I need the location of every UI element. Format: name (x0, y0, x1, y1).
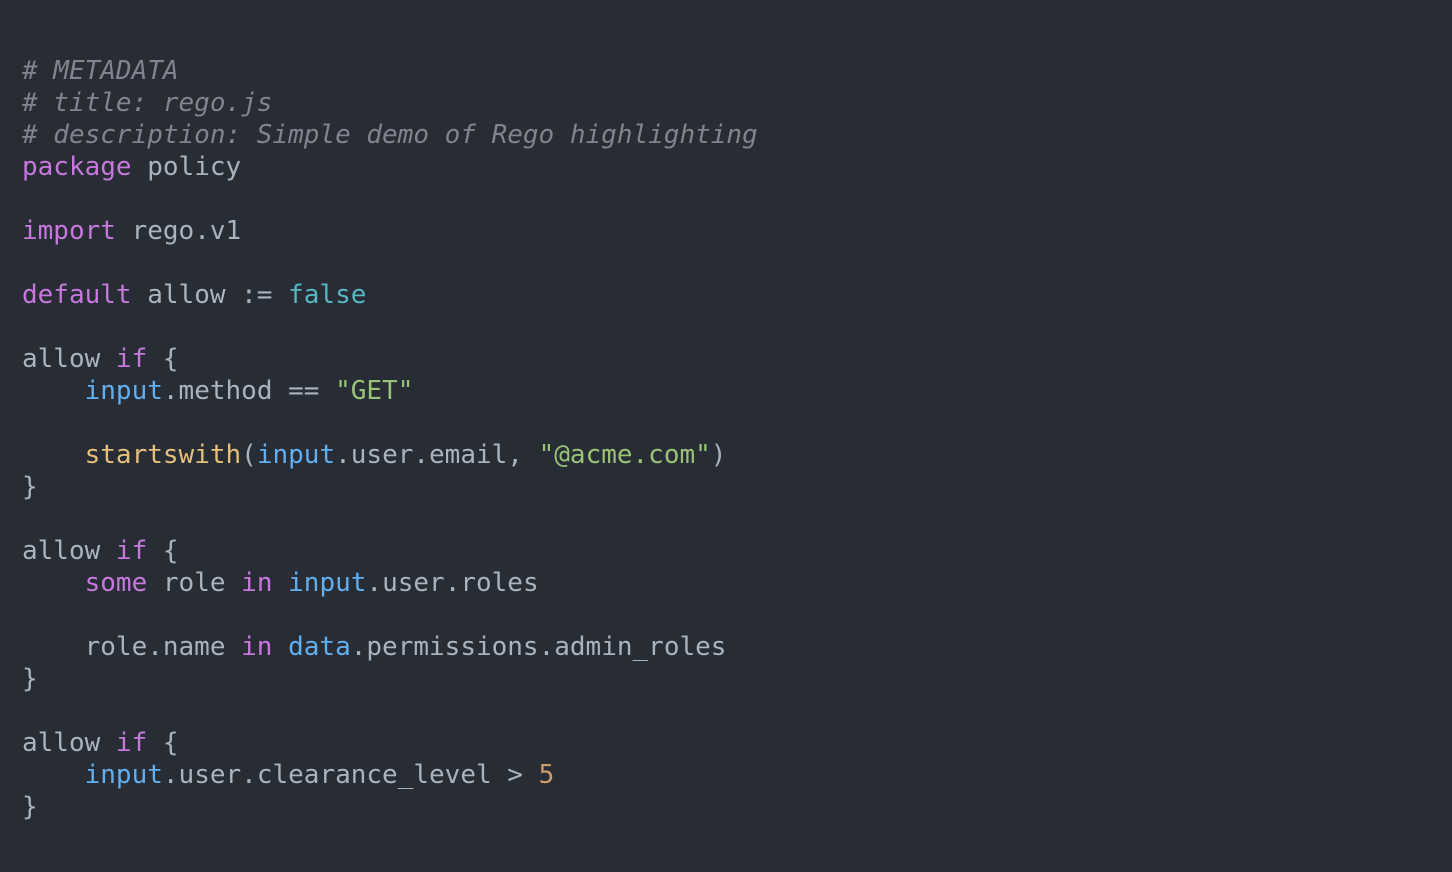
code-line: # description: Simple demo of Rego highl… (22, 119, 1452, 151)
code-keyword: if (115, 344, 148, 374)
code-string: "GET" (335, 376, 414, 406)
code-line: some role in input.user.roles (22, 567, 1452, 599)
code-comment: # description: Simple demo of Rego highl… (22, 120, 758, 150)
code-text: .user.clearance_level > (162, 760, 539, 790)
code-line: allow if { (22, 343, 1452, 375)
code-line: } (22, 471, 1452, 503)
code-line: ​ (22, 247, 1452, 279)
code-line: input.user.clearance_level > 5 (22, 759, 1452, 791)
code-line: ​ (22, 311, 1452, 343)
code-text: role (147, 568, 242, 598)
code-builtin: input (288, 568, 367, 598)
code-number: 5 (538, 760, 555, 790)
code-line: allow if { (22, 535, 1452, 567)
code-text: .user.roles (366, 568, 539, 598)
code-keyword: in (241, 568, 273, 598)
code-line: role.name in data.permissions.admin_role… (22, 631, 1452, 663)
code-comment: # METADATA (22, 56, 179, 86)
code-keyword: import (22, 216, 116, 246)
code-builtin: input (256, 440, 336, 470)
code-text: allow := (131, 280, 289, 310)
code-line: package policy (22, 151, 1452, 183)
code-text: } (22, 792, 38, 822)
code-line: # title: rego.js (22, 87, 1452, 119)
code-line: allow if { (22, 727, 1452, 759)
code-line: # METADATA (22, 55, 1452, 87)
code-text: { (147, 728, 179, 758)
code-line: startswith(input.user.email, "@acme.com"… (22, 439, 1452, 471)
code-keyword: if (115, 536, 148, 566)
code-boolean: false (288, 280, 367, 310)
code-text: allow (22, 536, 116, 566)
code-function-name: startswith (84, 440, 242, 470)
code-line: ​ (22, 503, 1452, 535)
code-builtin: input (84, 376, 163, 406)
code-line: input.method == "GET" (22, 375, 1452, 407)
code-text: policy (131, 152, 242, 182)
code-editor[interactable]: # METADATA # title: rego.js # description:… (0, 0, 1452, 872)
code-text: { (147, 536, 179, 566)
code-line: } (22, 791, 1452, 823)
code-text: .permissions.admin_roles (350, 632, 727, 662)
code-line: import rego.v1 (22, 215, 1452, 247)
code-block[interactable]: # METADATA # title: rego.js # description:… (22, 55, 1452, 823)
code-text: } (22, 664, 38, 694)
code-keyword: in (241, 632, 273, 662)
code-text: allow (22, 344, 116, 374)
code-line: ​ (22, 695, 1452, 727)
code-text: .method == (162, 376, 336, 406)
code-line: ​ (22, 407, 1452, 439)
code-text: role.name (22, 632, 242, 662)
code-text: { (147, 344, 179, 374)
code-keyword: default (22, 280, 132, 310)
code-comment: # title: rego.js (22, 88, 273, 118)
code-keyword: if (115, 728, 148, 758)
code-line: } (22, 663, 1452, 695)
code-text: .user.email, (335, 440, 539, 470)
code-line: default allow := false (22, 279, 1452, 311)
code-keyword: some (84, 568, 148, 598)
code-text: rego.v1 (115, 216, 242, 246)
code-builtin: input (84, 760, 163, 790)
code-builtin: data (288, 632, 351, 662)
code-line: ​ (22, 183, 1452, 215)
code-line: ​ (22, 599, 1452, 631)
code-string: "@acme.com" (538, 440, 711, 470)
code-text: } (22, 472, 38, 502)
code-text: ) (710, 440, 727, 470)
code-keyword: package (22, 152, 132, 182)
code-text: ( (241, 440, 257, 470)
code-text: allow (22, 728, 116, 758)
